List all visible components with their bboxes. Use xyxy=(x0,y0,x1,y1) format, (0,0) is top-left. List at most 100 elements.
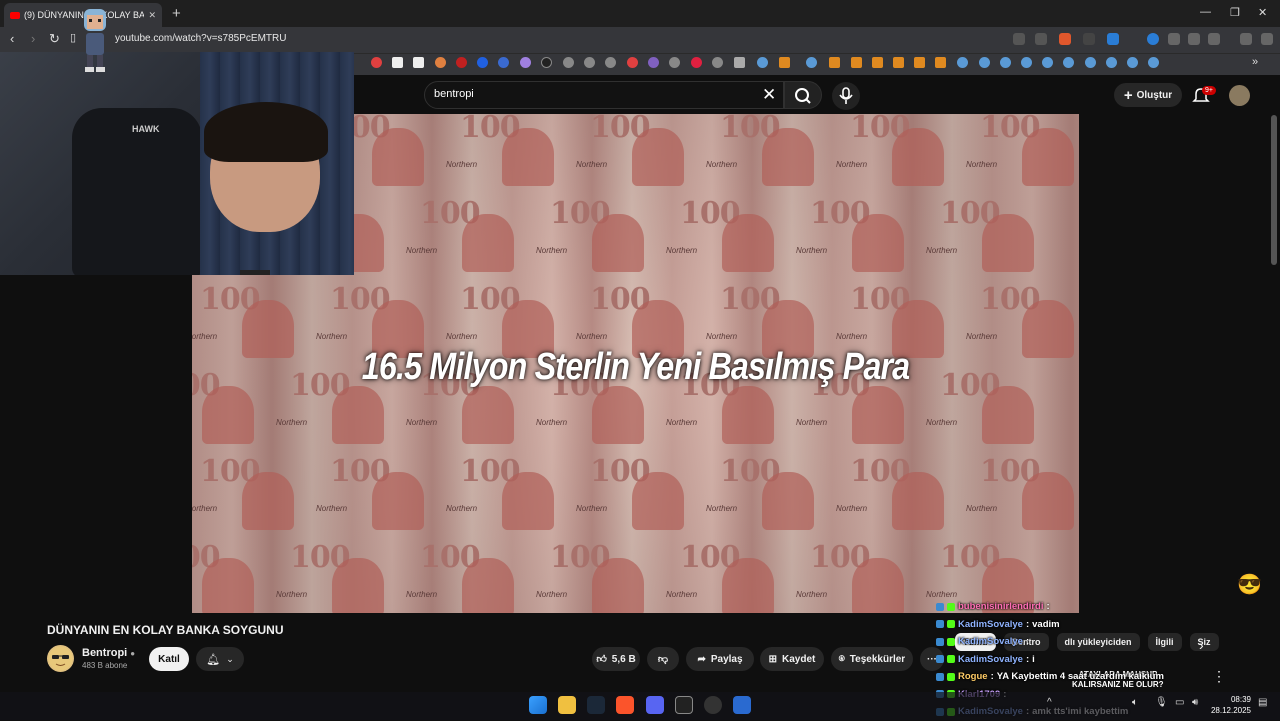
search-button[interactable] xyxy=(784,81,822,109)
bookmark-icon[interactable] xyxy=(627,57,638,68)
save-button[interactable]: ⊞ Kaydet xyxy=(760,647,824,671)
maximize-icon[interactable]: ❐ xyxy=(1230,6,1240,19)
filter-chip[interactable]: Siz xyxy=(1189,633,1219,651)
steam-icon[interactable] xyxy=(1042,57,1053,68)
steam-icon[interactable] xyxy=(1000,57,1011,68)
portrait-icon xyxy=(852,558,904,613)
reload-icon[interactable]: ↻ xyxy=(49,31,60,47)
bookmark-icon[interactable] xyxy=(520,57,531,68)
more-vertical-icon[interactable]: ⋮ xyxy=(1212,668,1226,685)
playlist-icon[interactable] xyxy=(1240,33,1252,45)
sidebar-icon[interactable] xyxy=(1208,33,1220,45)
search-input[interactable] xyxy=(434,88,734,100)
account-avatar[interactable] xyxy=(1229,85,1250,106)
channel-name[interactable]: Bentropi ● xyxy=(82,647,135,659)
bookmark-icon[interactable] xyxy=(914,57,925,68)
volume-icon[interactable]: 🔊︎ xyxy=(1192,697,1198,708)
join-button[interactable]: Katıl xyxy=(149,647,189,671)
extension-icon[interactable] xyxy=(1107,33,1119,45)
brave-shield-icon[interactable] xyxy=(1059,33,1071,45)
close-window-icon[interactable]: ✕ xyxy=(1258,6,1267,19)
subscription-bell-button[interactable]: 🔔︎ ⌄ xyxy=(196,647,244,671)
like-button[interactable]: 👍︎ 5,6 B xyxy=(592,647,640,671)
voice-search-button[interactable] xyxy=(832,82,860,110)
bookmark-icon[interactable] xyxy=(872,57,883,68)
note-brand: Northern xyxy=(926,418,958,427)
app-icon[interactable] xyxy=(733,696,751,714)
note-brand: Northern xyxy=(706,332,738,341)
steam-icon[interactable] xyxy=(1021,57,1032,68)
thanks-button[interactable]: ⍟ Teşekkürler xyxy=(831,647,913,671)
puzzle-icon[interactable] xyxy=(1188,33,1200,45)
file-explorer-icon[interactable] xyxy=(558,696,576,714)
bookmark-icon[interactable] xyxy=(779,57,790,68)
obs-icon[interactable] xyxy=(704,696,722,714)
url-field[interactable]: youtube.com/watch?v=s785PcEMTRU xyxy=(115,33,286,44)
bookmarks-overflow-icon[interactable]: » xyxy=(1252,56,1258,68)
steam-icon[interactable] xyxy=(1085,57,1096,68)
cast-icon[interactable] xyxy=(1013,33,1025,45)
share-icon[interactable] xyxy=(1035,33,1047,45)
windows-start-icon[interactable] xyxy=(529,696,547,714)
bookmark-icon[interactable] xyxy=(563,57,574,68)
steam-icon[interactable] xyxy=(806,57,817,68)
share-button[interactable]: ➦ Paylaş xyxy=(686,647,754,671)
brave-browser-icon[interactable] xyxy=(616,696,634,714)
steam-icon[interactable] xyxy=(757,57,768,68)
bookmark-icon[interactable] xyxy=(456,57,467,68)
bookmark-icon[interactable] xyxy=(893,57,904,68)
forward-icon[interactable]: › xyxy=(31,31,35,46)
extension-icon[interactable] xyxy=(1147,33,1159,45)
create-button[interactable]: + Oluştur xyxy=(1114,83,1182,107)
bookmark-icon[interactable] xyxy=(851,57,862,68)
channel-avatar[interactable] xyxy=(47,645,74,672)
bookmark-reddit-icon[interactable] xyxy=(371,57,382,68)
bookmark-icon[interactable] xyxy=(712,57,723,68)
discord-icon[interactable] xyxy=(646,696,664,714)
steam-icon[interactable] xyxy=(1148,57,1159,68)
steam-icon[interactable] xyxy=(957,57,968,68)
video-overlay-caption: 16.5 Milyon Sterlin Yeni Basılmış Para xyxy=(361,346,910,388)
bookmark-icon[interactable] xyxy=(605,57,616,68)
bookmark-icon[interactable] xyxy=(541,57,552,68)
minimize-icon[interactable]: — xyxy=(1200,6,1211,18)
extension-icon[interactable] xyxy=(1168,33,1180,45)
scrollbar[interactable] xyxy=(1271,115,1277,265)
bookmark-icon[interactable] xyxy=(648,57,659,68)
bookmark-a-icon[interactable] xyxy=(413,57,424,68)
note-brand: Northern xyxy=(316,504,348,513)
steam-icon[interactable] xyxy=(979,57,990,68)
steam-icon[interactable] xyxy=(1106,57,1117,68)
extension-icon[interactable] xyxy=(1083,33,1095,45)
bookmark-icon[interactable] xyxy=(669,57,680,68)
menu-icon[interactable] xyxy=(1261,33,1273,45)
bookmark-icon[interactable] xyxy=(435,57,446,68)
bookmark-icon[interactable]: ▯ xyxy=(70,31,76,44)
bookmark-icon[interactable] xyxy=(584,57,595,68)
back-icon[interactable]: ‹ xyxy=(10,31,14,46)
chevron-right-icon[interactable]: › xyxy=(1199,637,1204,653)
bookmark-p-icon[interactable] xyxy=(392,57,403,68)
tab-close-icon[interactable]: ✕ xyxy=(148,10,156,21)
chat-separator: : xyxy=(1025,653,1030,665)
system-clock[interactable]: 08:39 28.12.2025 xyxy=(1209,694,1251,716)
bookmark-icon[interactable] xyxy=(691,57,702,68)
bookmark-icon[interactable] xyxy=(477,57,488,68)
notification-center-icon[interactable]: ▤ xyxy=(1258,697,1267,708)
new-tab-button[interactable]: + xyxy=(172,5,181,22)
microphone-tray-icon[interactable]: 🎙︎ xyxy=(1155,697,1168,708)
app-icon[interactable] xyxy=(675,696,693,714)
bookmark-icon[interactable] xyxy=(829,57,840,68)
tray-chevron-icon[interactable]: ^ xyxy=(1047,697,1052,708)
dislike-button[interactable]: 👎︎ xyxy=(647,647,679,671)
steam-icon[interactable] xyxy=(1063,57,1074,68)
folder-icon[interactable] xyxy=(734,57,745,68)
chat-username: Rogue xyxy=(958,671,988,683)
steam-icon[interactable] xyxy=(1127,57,1138,68)
bookmark-icon[interactable] xyxy=(935,57,946,68)
network-icon[interactable]: ▭ xyxy=(1175,697,1184,708)
steam-icon[interactable] xyxy=(587,696,605,714)
clear-search-icon[interactable]: ✕ xyxy=(762,85,776,105)
speaker-icon[interactable]: 🔈︎ xyxy=(1132,697,1138,708)
bookmark-icon[interactable] xyxy=(498,57,509,68)
